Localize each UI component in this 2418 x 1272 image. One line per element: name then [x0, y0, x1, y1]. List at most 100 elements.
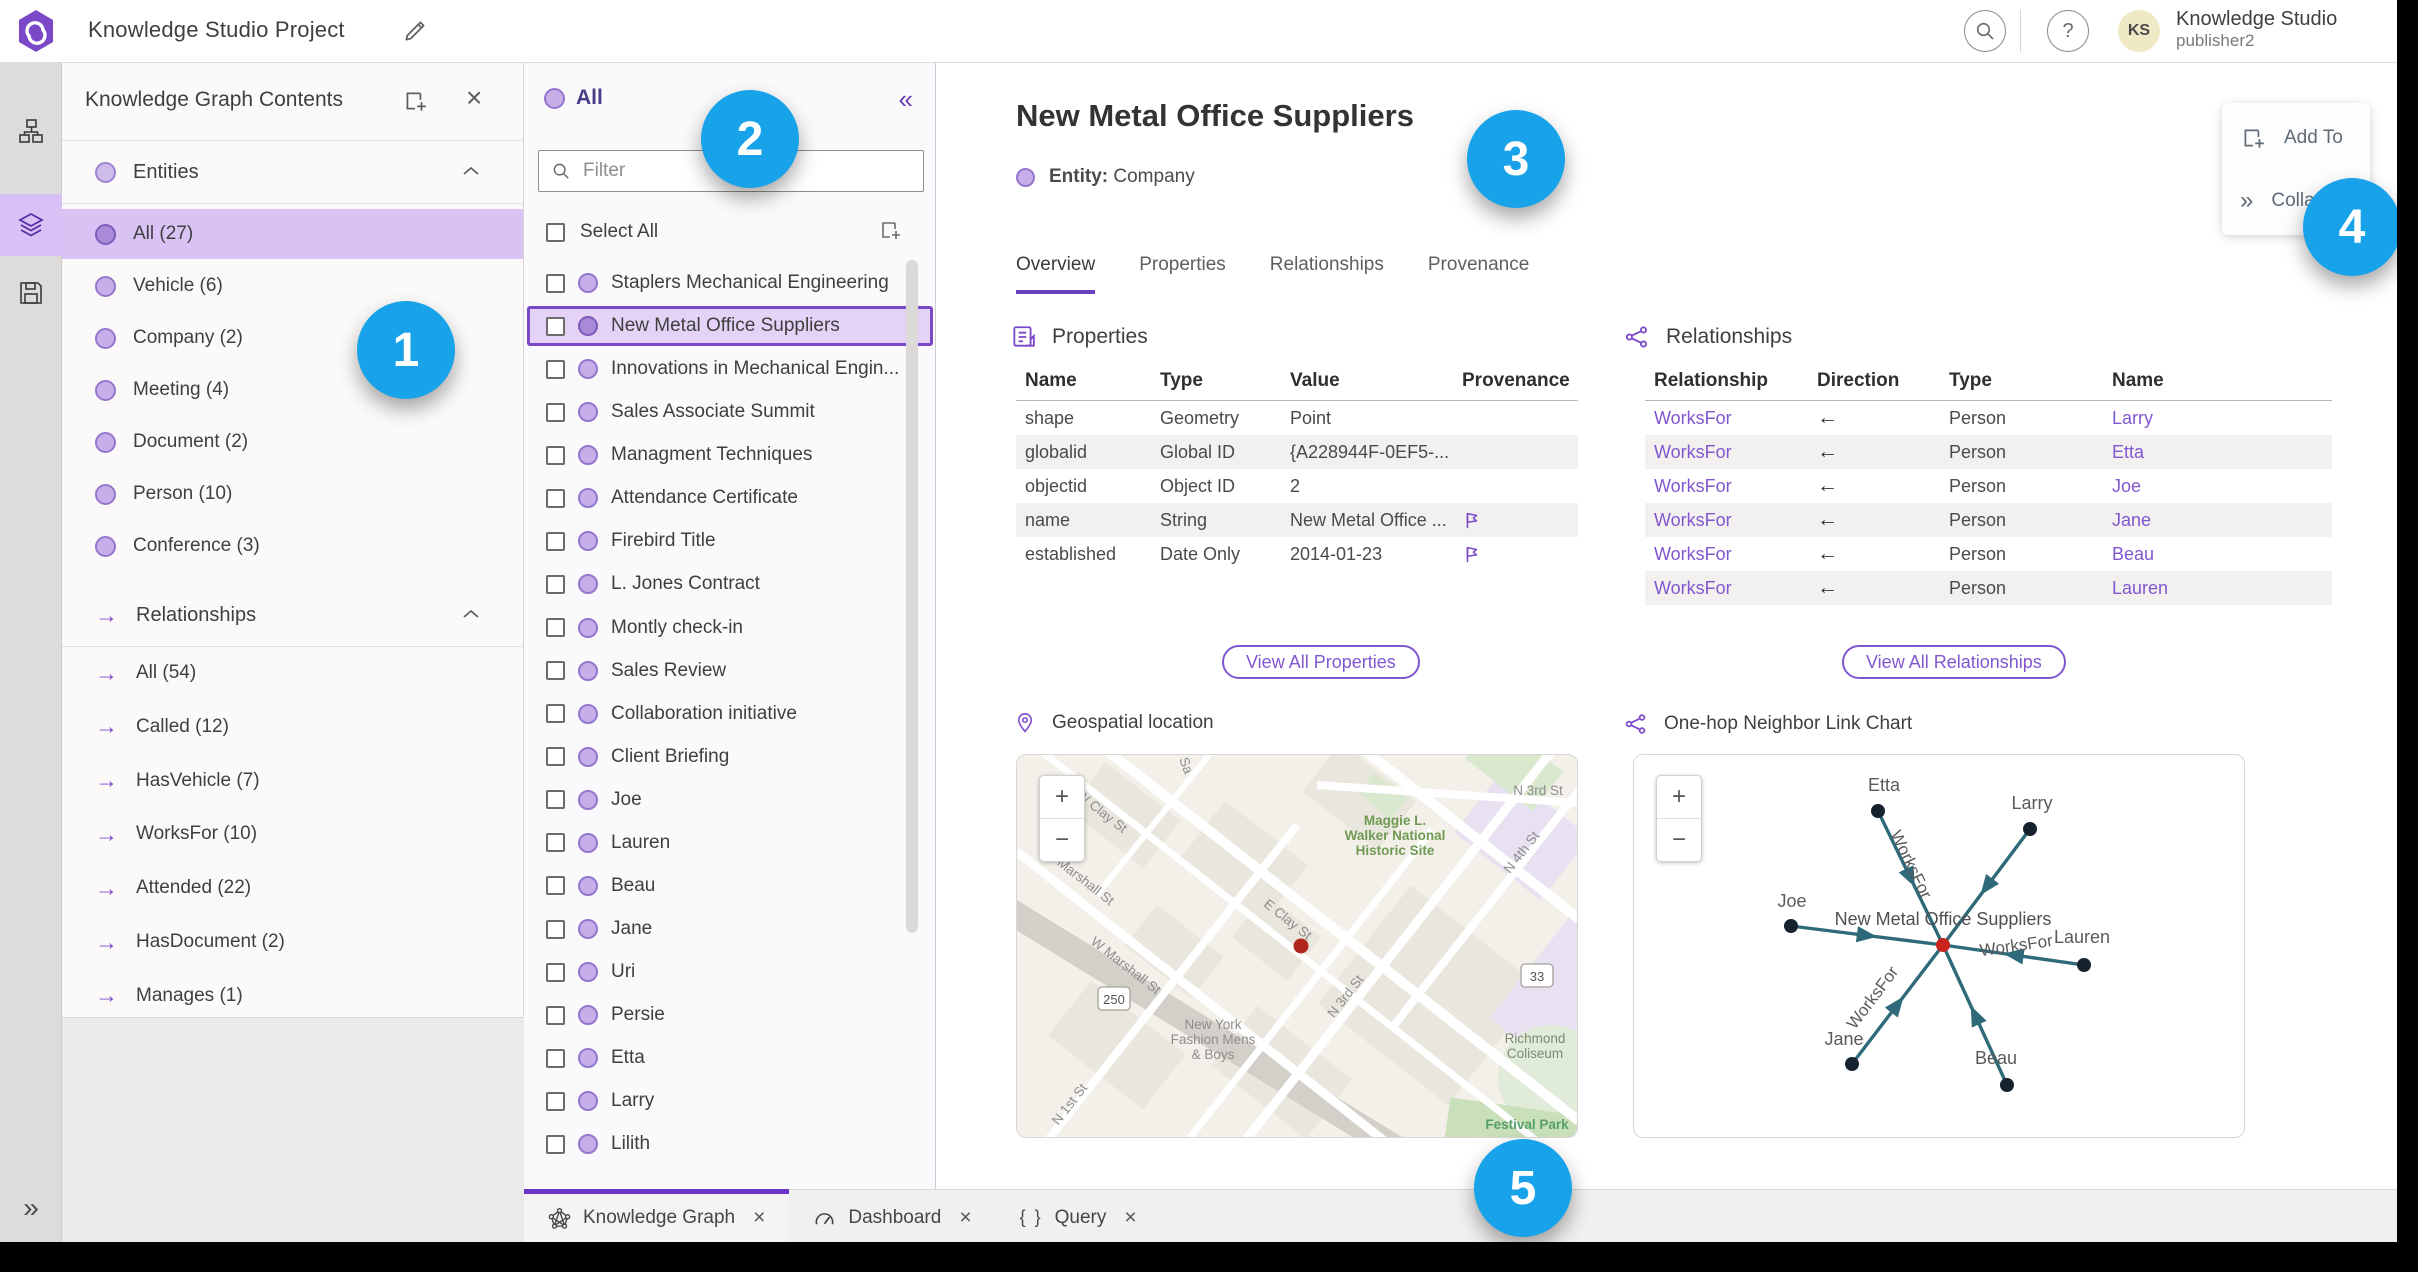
- list-item[interactable]: Innovations in Mechanical Engin...: [527, 349, 933, 389]
- avatar[interactable]: KS: [2118, 10, 2160, 52]
- bottom-tab-dashboard[interactable]: Dashboard ×: [789, 1189, 995, 1242]
- link-chart-canvas[interactable]: EttaLarryJoeLaurenJaneBeauNew Metal Offi…: [1634, 755, 2245, 1138]
- sidebar-item-all[interactable]: All (27): [62, 209, 523, 259]
- sidebar-item-worksfor[interactable]: → WorksFor (10): [62, 809, 523, 859]
- item-checkbox[interactable]: [546, 790, 565, 810]
- chart-node[interactable]: [1784, 919, 1798, 933]
- sidebar-item-person[interactable]: Person (10): [62, 469, 523, 519]
- expand-rail-button[interactable]: »: [0, 1192, 62, 1224]
- list-item[interactable]: Persie: [527, 995, 933, 1035]
- close-tab-icon[interactable]: ×: [1124, 1206, 1136, 1230]
- list-scrollbar[interactable]: [906, 260, 918, 933]
- item-checkbox[interactable]: [546, 531, 565, 551]
- sidebar-item-attended[interactable]: → Attended (22): [62, 863, 523, 913]
- save-rail-button[interactable]: [0, 262, 62, 324]
- map-point-marker[interactable]: [1293, 938, 1309, 954]
- related-entity-link[interactable]: Lauren: [2103, 578, 2332, 599]
- item-checkbox[interactable]: [546, 618, 565, 638]
- zoom-out-button[interactable]: −: [1040, 819, 1084, 861]
- list-item[interactable]: New Metal Office Suppliers: [527, 306, 933, 347]
- related-entity-link[interactable]: Jane: [2103, 510, 2332, 531]
- chart-node[interactable]: [1845, 1057, 1859, 1071]
- tab-overview[interactable]: Overview: [1016, 254, 1096, 294]
- close-tab-icon[interactable]: ×: [959, 1206, 971, 1230]
- tab-properties[interactable]: Properties: [1139, 254, 1226, 294]
- list-item[interactable]: Beau: [527, 866, 933, 906]
- add-to-map-button[interactable]: [878, 218, 902, 242]
- tab-provenance[interactable]: Provenance: [1428, 254, 1529, 294]
- sidebar-item-vehicle[interactable]: Vehicle (6): [62, 261, 523, 311]
- relationship-link[interactable]: WorksFor: [1645, 510, 1808, 531]
- add-to-map-button[interactable]: [402, 88, 428, 114]
- item-checkbox[interactable]: [546, 488, 565, 508]
- sidebar-item-called[interactable]: → Called (12): [62, 702, 523, 752]
- data-model-rail-button[interactable]: [0, 100, 62, 162]
- item-checkbox[interactable]: [546, 747, 565, 767]
- provenance-flag-icon[interactable]: [1462, 510, 1482, 530]
- related-entity-link[interactable]: Larry: [2103, 408, 2332, 429]
- item-checkbox[interactable]: [546, 316, 565, 336]
- related-entity-link[interactable]: Beau: [2103, 544, 2332, 565]
- user-info[interactable]: Knowledge Studio publisher2: [2176, 8, 2337, 51]
- relationship-link[interactable]: WorksFor: [1645, 408, 1808, 429]
- item-checkbox[interactable]: [546, 359, 565, 379]
- chart-node[interactable]: [2023, 822, 2037, 836]
- item-checkbox[interactable]: [546, 574, 565, 594]
- help-button[interactable]: ?: [2047, 10, 2089, 52]
- bottom-tab-knowledge-graph[interactable]: Knowledge Graph ×: [524, 1189, 790, 1242]
- related-entity-link[interactable]: Joe: [2103, 476, 2332, 497]
- item-checkbox[interactable]: [546, 833, 565, 853]
- entities-section-header[interactable]: Entities: [62, 142, 523, 204]
- collapse-panel-icon[interactable]: «: [899, 84, 913, 115]
- zoom-in-button[interactable]: +: [1657, 776, 1701, 819]
- item-checkbox[interactable]: [546, 919, 565, 939]
- list-item[interactable]: Larry: [527, 1081, 933, 1121]
- item-checkbox[interactable]: [546, 704, 565, 724]
- app-logo-icon[interactable]: [16, 9, 56, 53]
- item-checkbox[interactable]: [546, 273, 565, 293]
- list-item[interactable]: Attendance Certificate: [527, 478, 933, 518]
- item-checkbox[interactable]: [546, 1005, 565, 1025]
- list-item[interactable]: Sales Associate Summit: [527, 392, 933, 432]
- relationship-link[interactable]: WorksFor: [1645, 544, 1808, 565]
- list-item[interactable]: Managment Techniques: [527, 435, 933, 475]
- item-checkbox[interactable]: [546, 1048, 565, 1068]
- sidebar-item-manages[interactable]: → Manages (1): [62, 971, 523, 1021]
- chevron-up-icon[interactable]: [461, 164, 481, 178]
- close-tab-icon[interactable]: ×: [753, 1206, 765, 1230]
- geospatial-map[interactable]: W Clay St Sa E Clay St Marshall St W Marshal…: [1016, 754, 1578, 1138]
- list-item[interactable]: Firebird Title: [527, 521, 933, 561]
- chart-zoom-control[interactable]: + −: [1656, 775, 1702, 862]
- chart-node[interactable]: [1871, 804, 1885, 818]
- relationship-link[interactable]: WorksFor: [1645, 476, 1808, 497]
- list-item[interactable]: Lilith: [527, 1124, 933, 1164]
- link-chart[interactable]: Etta Larry Joe Lauren Jane Beau New Metal Offi…: [1633, 754, 2245, 1138]
- sidebar-item-meeting[interactable]: Meeting (4): [62, 365, 523, 415]
- provenance-flag-icon[interactable]: [1462, 544, 1482, 564]
- select-all-checkbox[interactable]: [546, 222, 565, 242]
- view-all-properties-button[interactable]: View All Properties: [1222, 645, 1420, 679]
- list-item[interactable]: Sales Review: [527, 651, 933, 691]
- select-all-row[interactable]: Select All: [546, 212, 916, 252]
- list-item[interactable]: Montly check-in: [527, 608, 933, 648]
- item-checkbox[interactable]: [546, 962, 565, 982]
- related-entity-link[interactable]: Etta: [2103, 442, 2332, 463]
- item-checkbox[interactable]: [546, 1134, 565, 1154]
- chart-center-node[interactable]: [1936, 938, 1950, 952]
- item-checkbox[interactable]: [546, 876, 565, 896]
- layers-rail-button[interactable]: [0, 194, 62, 256]
- list-item[interactable]: Staplers Mechanical Engineering: [527, 263, 933, 303]
- item-checkbox[interactable]: [546, 445, 565, 465]
- item-checkbox[interactable]: [546, 1091, 565, 1111]
- list-item[interactable]: Client Briefing: [527, 737, 933, 777]
- sidebar-item-all[interactable]: → All (54): [62, 648, 523, 698]
- sidebar-item-hasdocument[interactable]: → HasDocument (2): [62, 917, 523, 967]
- list-item[interactable]: Lauren: [527, 823, 933, 863]
- list-item[interactable]: Etta: [527, 1038, 933, 1078]
- add-to-menu-item[interactable]: Add To: [2240, 125, 2343, 151]
- list-item[interactable]: Jane: [527, 909, 933, 949]
- chart-node[interactable]: [2077, 958, 2091, 972]
- list-item[interactable]: Uri: [527, 952, 933, 992]
- list-item[interactable]: Joe: [527, 780, 933, 820]
- list-item[interactable]: Collaboration initiative: [527, 694, 933, 734]
